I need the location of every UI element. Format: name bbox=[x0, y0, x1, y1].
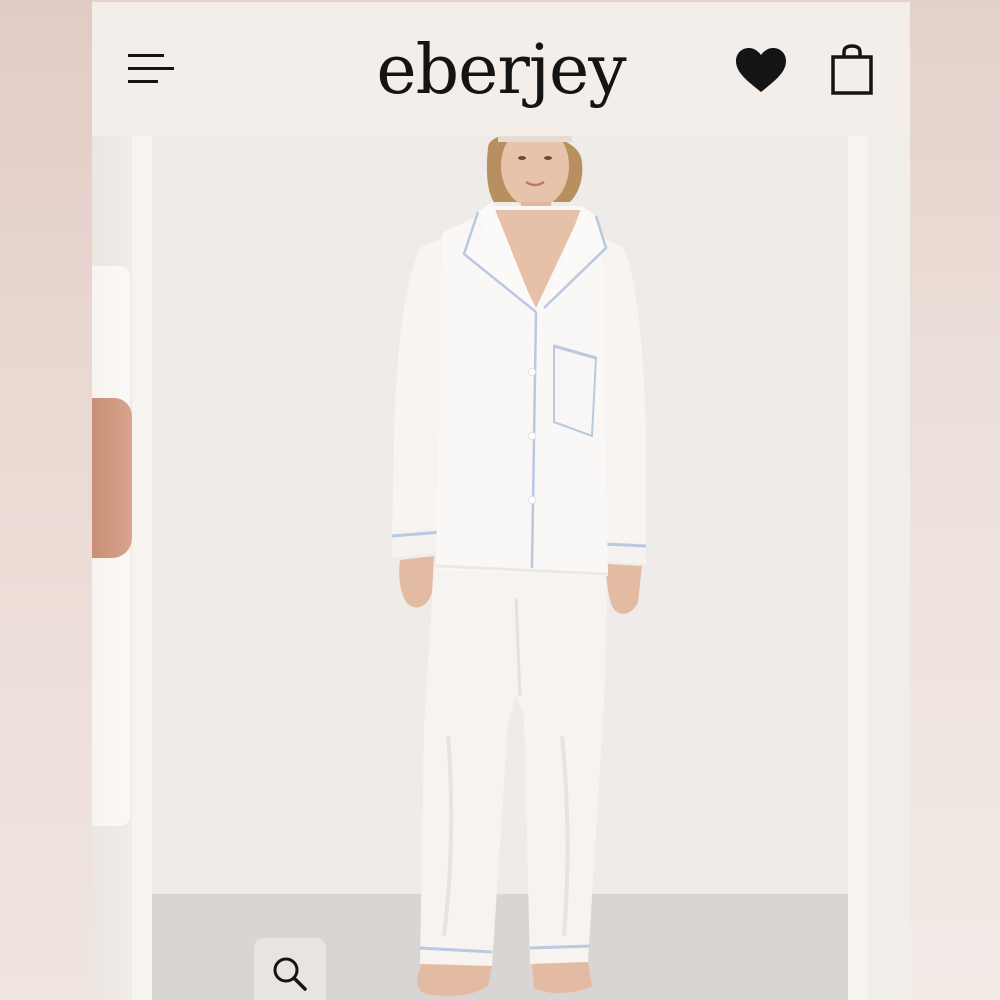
magnifier-icon bbox=[273, 957, 307, 991]
slide-gap bbox=[132, 136, 152, 1000]
model-feet bbox=[417, 962, 592, 996]
heart-icon[interactable] bbox=[734, 46, 788, 96]
shopping-bag-icon[interactable] bbox=[830, 44, 874, 96]
site-header: eberjey bbox=[92, 2, 910, 136]
previous-slide-peek[interactable] bbox=[92, 136, 132, 1000]
backdrop-right bbox=[910, 0, 1000, 1000]
next-slide-peek[interactable] bbox=[868, 136, 910, 1000]
app-screen: eberjey bbox=[92, 2, 910, 1000]
slide-gap bbox=[848, 136, 868, 1000]
product-image[interactable] bbox=[152, 136, 848, 1000]
pajama-shirt bbox=[391, 202, 647, 614]
pajama-pants bbox=[419, 566, 608, 966]
zoom-button[interactable] bbox=[254, 938, 326, 1000]
product-image-carousel[interactable] bbox=[92, 136, 910, 1000]
backdrop-left bbox=[0, 0, 92, 1000]
hand-fragment bbox=[92, 398, 132, 558]
